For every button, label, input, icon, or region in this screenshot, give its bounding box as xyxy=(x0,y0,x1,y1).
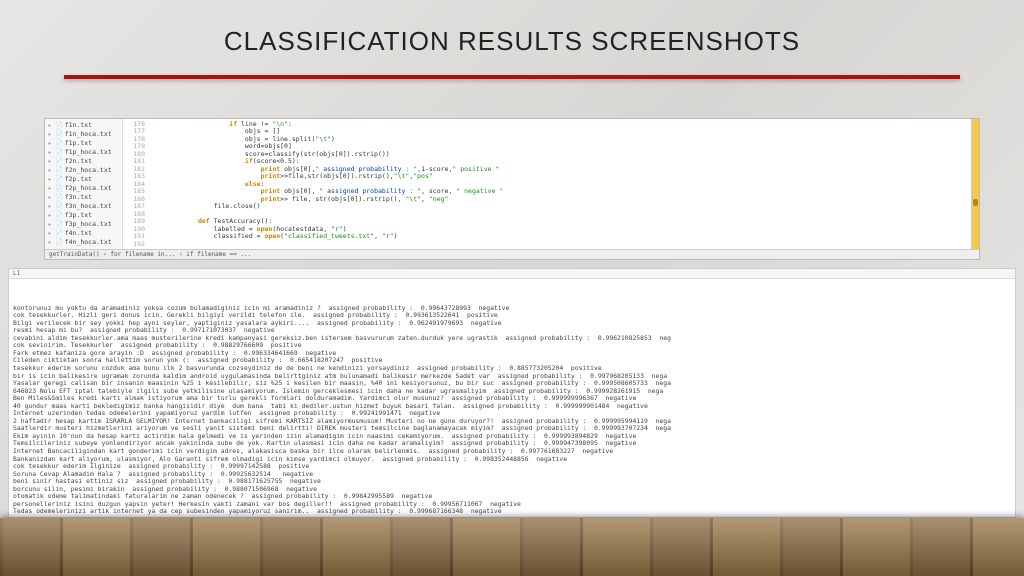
file-item[interactable]: ▸ 📄f3p_hoca.txt xyxy=(48,220,119,228)
file-item[interactable]: ▸ 📄f3p.txt xyxy=(48,211,119,219)
console-output[interactable]: L1 kontorunuz mu yoktu da aramadiniz yok… xyxy=(8,268,1016,518)
file-item[interactable]: ▸ 📄f2p_hoca.txt xyxy=(48,184,119,192)
code-editor[interactable]: 176 if line != "\n": 177 objs = [] 178 o… xyxy=(123,119,979,259)
file-navigator[interactable]: ▸ 📄f1n.txt▸ 📄f1n_hoca.txt▸ 📄f1p.txt▸ 📄f1… xyxy=(45,119,123,259)
file-item[interactable]: ▸ 📄f1n_hoca.txt xyxy=(48,130,119,138)
file-item[interactable]: ▸ 📄f3n.txt xyxy=(48,193,119,201)
console-body: kontorunuz mu yoktu da aramadiniz yoksa … xyxy=(13,305,1011,516)
file-item[interactable]: ▸ 📄f2n_hoca.txt xyxy=(48,166,119,174)
file-item[interactable]: ▸ 📄f3n_hoca.txt xyxy=(48,202,119,210)
file-item[interactable]: ▸ 📄f4n.txt xyxy=(48,229,119,237)
file-item[interactable]: ▸ 📄f1p.txt xyxy=(48,139,119,147)
file-item[interactable]: ▸ 📄f4n_hoca.txt xyxy=(48,238,119,246)
console-header: L1 xyxy=(9,269,1015,279)
file-item[interactable]: ▸ 📄f2n.txt xyxy=(48,157,119,165)
floor-decoration xyxy=(0,518,1024,576)
ide-screenshot: ▸ 📄f1n.txt▸ 📄f1n_hoca.txt▸ 📄f1p.txt▸ 📄f1… xyxy=(44,118,980,260)
file-item[interactable]: ▸ 📄f2p.txt xyxy=(48,175,119,183)
slide-title: CLASSIFICATION RESULTS SCREENSHOTS xyxy=(0,0,1024,75)
file-item[interactable]: ▸ 📄f1n.txt xyxy=(48,121,119,129)
editor-scrollbar[interactable] xyxy=(971,119,979,249)
title-rule xyxy=(64,75,960,79)
editor-breadcrumb: getTrainData() › for filename in... › if… xyxy=(45,249,979,259)
file-item[interactable]: ▸ 📄f1p_hoca.txt xyxy=(48,148,119,156)
